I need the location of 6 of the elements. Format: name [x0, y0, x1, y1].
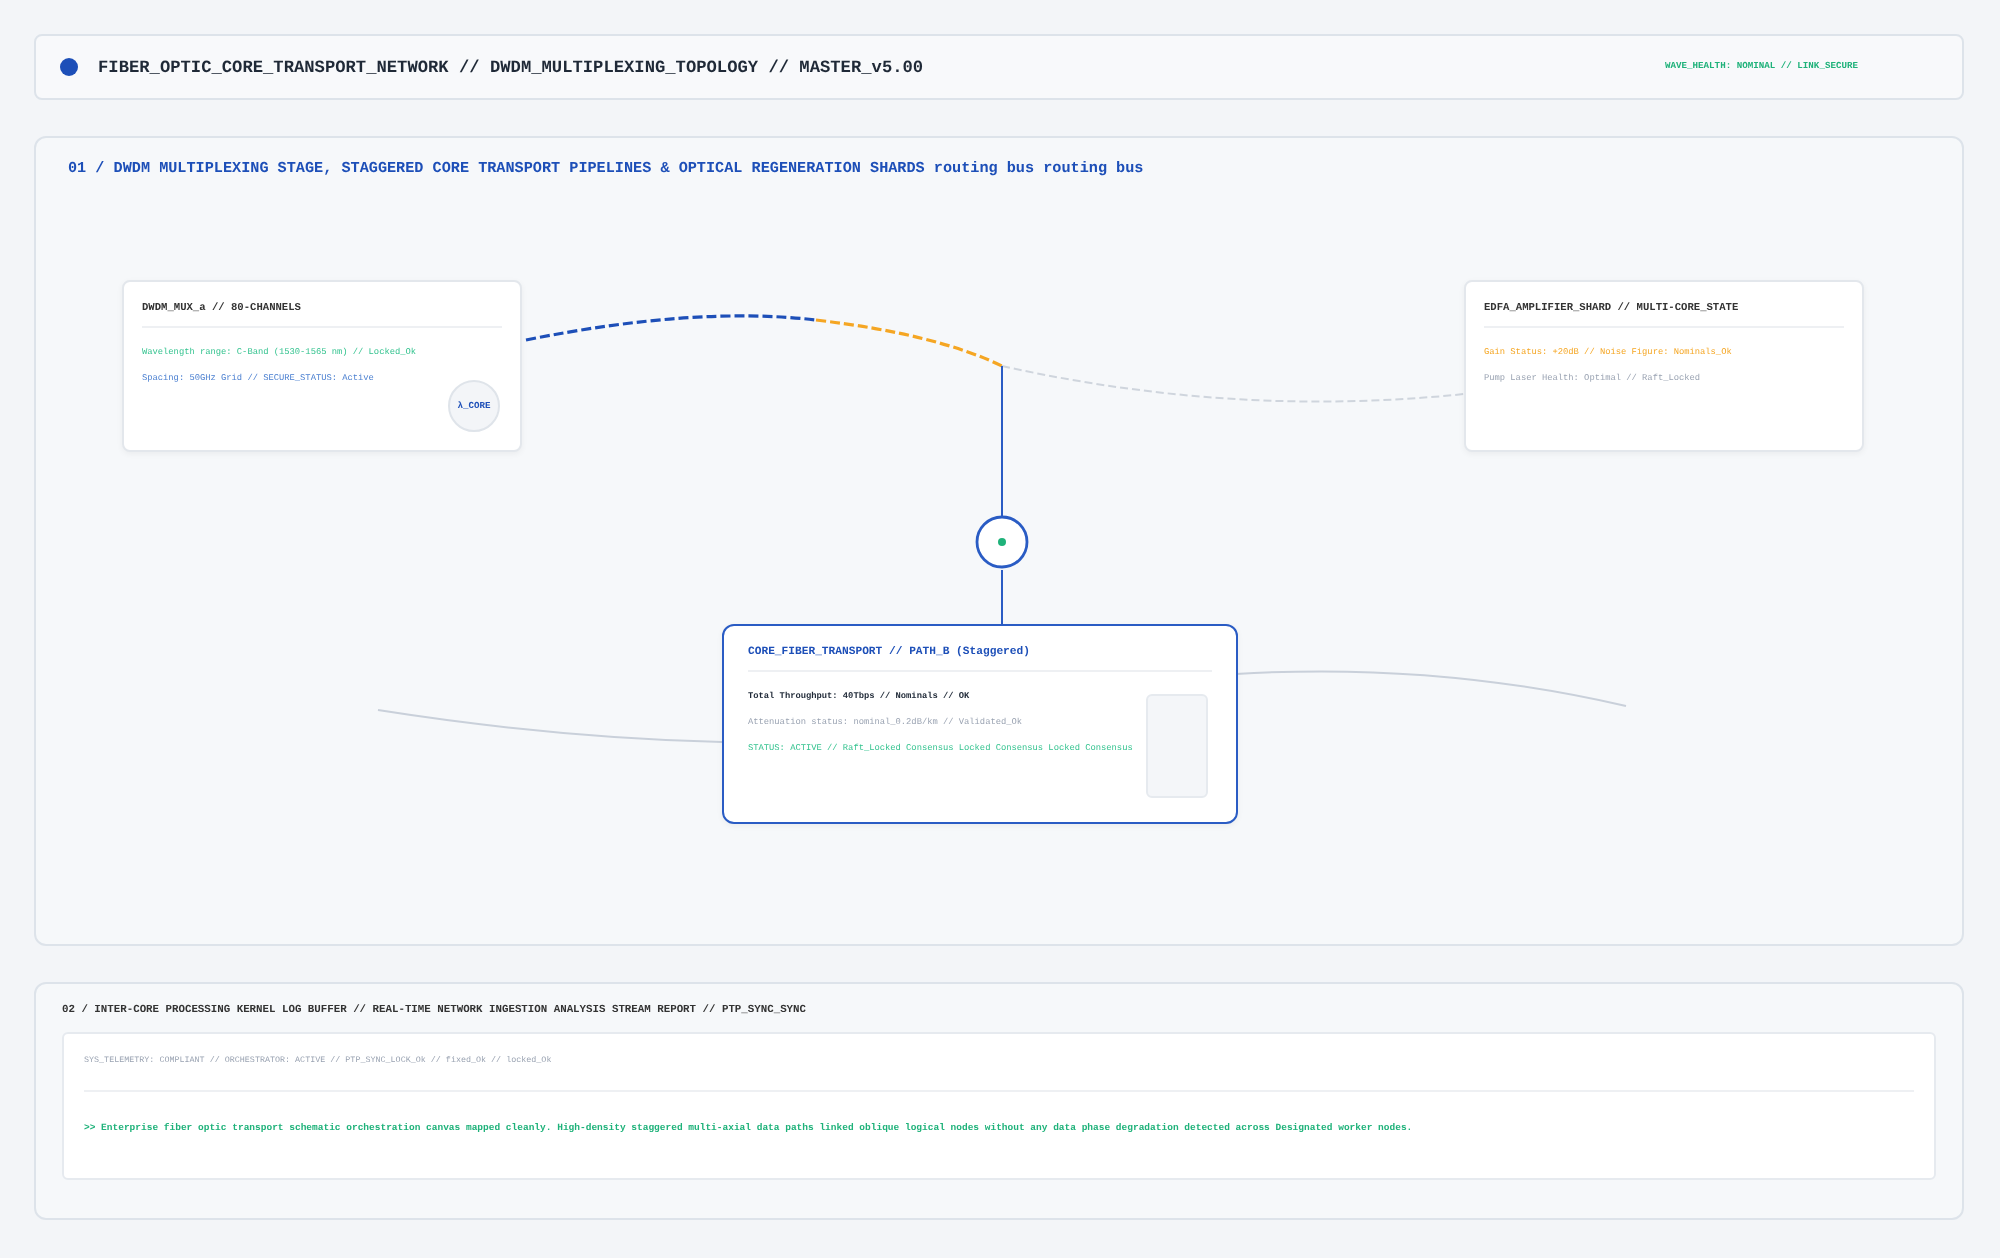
placeholder-panel — [1146, 694, 1208, 798]
vertical-link — [1001, 569, 1003, 625]
page-title: FIBER_OPTIC_CORE_TRANSPORT_NETWORK // DWDM_MULTIPLEXING_TOPOLOGY // MASTER_v5.00 — [98, 57, 926, 77]
junction-node — [975, 515, 1029, 569]
node-card[interactable] — [722, 624, 1238, 824]
status-dot — [60, 58, 78, 76]
